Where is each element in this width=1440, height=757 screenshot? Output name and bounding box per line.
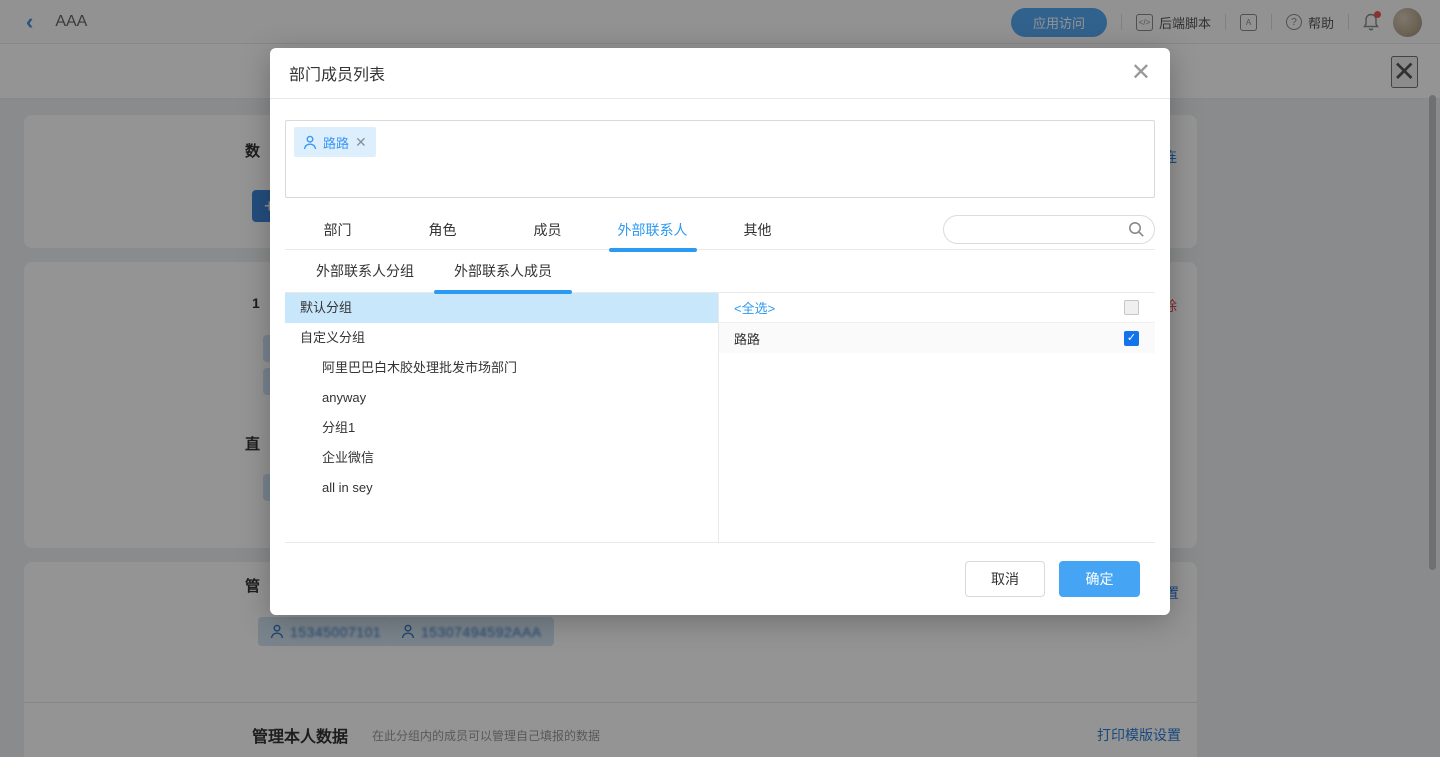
dialog-body: 路路 ✕ 部门 角色 成员 外部联系人 其他 外部联系人分组 外部联系人成员: [270, 120, 1170, 597]
member-name: 路路: [734, 329, 760, 348]
member-checkbox-checked[interactable]: ✓: [1124, 331, 1139, 346]
group-row[interactable]: 分组1: [285, 413, 718, 443]
selected-members-box[interactable]: 路路 ✕: [285, 120, 1155, 198]
confirm-button[interactable]: 确定: [1059, 561, 1140, 597]
selected-member-chip[interactable]: 路路 ✕: [294, 127, 376, 157]
picker-tabs: 部门 角色 成员 外部联系人 其他: [285, 210, 1155, 250]
tab-member[interactable]: 成员: [495, 210, 600, 250]
remove-member-icon[interactable]: ✕: [355, 134, 367, 151]
subtab-external-members[interactable]: 外部联系人成员: [434, 250, 572, 293]
member-picker-dialog: 部门成员列表 ✕ 路路 ✕ 部门 角色 成员 外部联系人 其他: [270, 48, 1170, 615]
search-box: [943, 215, 1155, 244]
tab-external-contact[interactable]: 外部联系人: [600, 210, 705, 250]
group-list: 默认分组 自定义分组 阿里巴巴白木胶处理批发市场部门 anyway 分组1 企业…: [285, 293, 719, 542]
group-row-custom[interactable]: 自定义分组: [285, 323, 718, 353]
dialog-header: 部门成员列表 ✕: [270, 48, 1170, 99]
screen: ‹ AAA 应用访问 </> 后端脚本 A ? 帮助: [0, 0, 1440, 757]
select-all-checkbox[interactable]: [1124, 300, 1139, 315]
dialog-footer: 取消 确定: [285, 543, 1155, 597]
person-icon: [303, 135, 317, 150]
group-row[interactable]: anyway: [285, 383, 718, 413]
cancel-button[interactable]: 取消: [965, 561, 1045, 597]
tab-department[interactable]: 部门: [285, 210, 390, 250]
selected-member-name: 路路: [323, 133, 349, 152]
select-all-link[interactable]: <全选>: [734, 298, 775, 317]
tab-role[interactable]: 角色: [390, 210, 495, 250]
group-row[interactable]: 企业微信: [285, 443, 718, 473]
group-row-default[interactable]: 默认分组: [285, 293, 718, 323]
select-all-row[interactable]: <全选>: [719, 293, 1155, 323]
tab-other[interactable]: 其他: [705, 210, 810, 250]
group-row[interactable]: all in sey: [285, 473, 718, 503]
member-list: <全选> 路路 ✓: [719, 293, 1155, 542]
subtab-external-groups[interactable]: 外部联系人分组: [296, 250, 434, 293]
member-row[interactable]: 路路 ✓: [719, 323, 1155, 353]
search-icon: [1128, 221, 1145, 243]
dialog-close-icon[interactable]: ✕: [1131, 61, 1151, 85]
search-input[interactable]: [943, 215, 1155, 244]
picker-subtabs: 外部联系人分组 外部联系人成员: [285, 250, 1155, 293]
dialog-title: 部门成员列表: [289, 61, 385, 85]
group-row[interactable]: 阿里巴巴白木胶处理批发市场部门: [285, 353, 718, 383]
picker-lists: 默认分组 自定义分组 阿里巴巴白木胶处理批发市场部门 anyway 分组1 企业…: [285, 293, 1155, 543]
